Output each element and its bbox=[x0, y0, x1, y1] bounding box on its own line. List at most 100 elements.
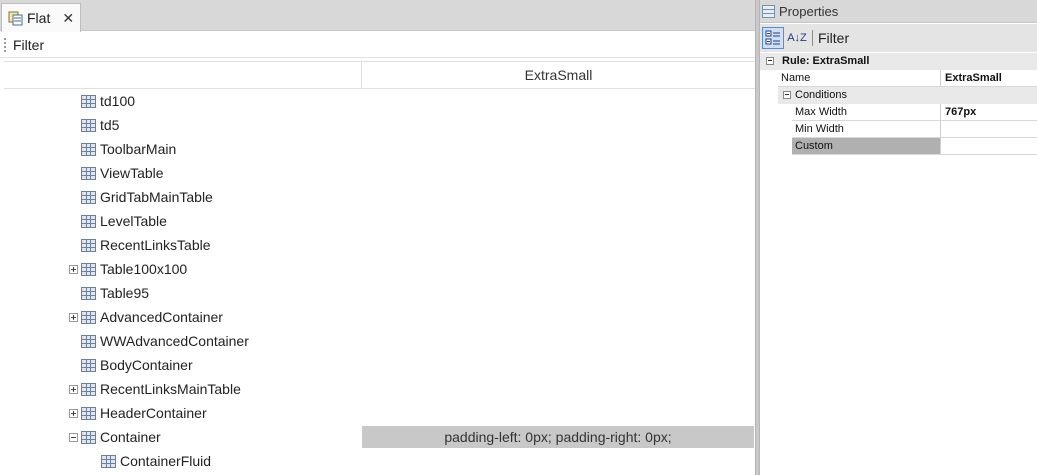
property-row[interactable]: Max Width 767px bbox=[760, 104, 1037, 121]
tree-row[interactable]: td5 bbox=[0, 114, 756, 138]
tree-row-value[interactable] bbox=[362, 402, 754, 424]
property-value[interactable] bbox=[940, 121, 1037, 138]
tree-row-value[interactable] bbox=[362, 282, 754, 304]
table-icon bbox=[81, 383, 96, 396]
properties-toolbar: A↓Z Filter bbox=[760, 24, 1037, 52]
sort-az-icon[interactable]: A↓Z bbox=[786, 27, 808, 49]
table-icon bbox=[81, 407, 96, 420]
tree-row[interactable]: Table100x100 bbox=[0, 258, 756, 282]
property-name: Custom bbox=[792, 138, 940, 155]
tree-row-label: AdvancedContainer bbox=[100, 309, 223, 325]
collapse-icon[interactable] bbox=[766, 57, 774, 65]
table-icon bbox=[81, 359, 96, 372]
table-icon bbox=[81, 431, 96, 444]
tree-row-label: LevelTable bbox=[100, 213, 167, 229]
column-header-extrasmall[interactable]: ExtraSmall bbox=[362, 62, 755, 89]
tree-row-value[interactable] bbox=[362, 306, 754, 328]
toolbar-grip-icon[interactable] bbox=[4, 37, 7, 52]
tree-row-value[interactable] bbox=[362, 114, 754, 136]
table-icon bbox=[81, 263, 96, 276]
tree-row-label: RecentLinksMainTable bbox=[100, 381, 241, 397]
tree-row-label: GridTabMainTable bbox=[100, 189, 213, 205]
rule-category-row[interactable]: Rule: ExtraSmall bbox=[760, 53, 1037, 70]
conditions-category-row[interactable]: Conditions bbox=[778, 87, 1037, 104]
tree-row[interactable]: GridTabMainTable bbox=[0, 186, 756, 210]
tree-row-label: RecentLinksTable bbox=[100, 237, 211, 253]
properties-title: Properties bbox=[779, 3, 839, 19]
tree-row[interactable]: RecentLinksTable bbox=[0, 234, 756, 258]
properties-title-bar: Properties bbox=[760, 0, 1037, 23]
properties-filter-button[interactable]: Filter bbox=[818, 30, 849, 46]
tree-row-label: Table100x100 bbox=[100, 261, 188, 277]
tree-row-value[interactable] bbox=[362, 330, 754, 352]
tree-row-label: WWAdvancedContainer bbox=[100, 333, 249, 349]
tree-row[interactable]: WWAdvancedContainer bbox=[0, 330, 756, 354]
table-icon bbox=[81, 95, 96, 108]
expand-icon[interactable] bbox=[69, 265, 78, 274]
table-icon bbox=[81, 239, 96, 252]
property-row-name[interactable]: Name ExtraSmall bbox=[760, 70, 1037, 87]
table-icon bbox=[81, 167, 96, 180]
tree-row-value[interactable] bbox=[362, 258, 754, 280]
collapse-icon[interactable] bbox=[69, 433, 78, 442]
rule-header: Rule: ExtraSmall bbox=[782, 55, 870, 67]
expand-icon[interactable] bbox=[69, 409, 78, 418]
tree-row[interactable]: HeaderContainer bbox=[0, 402, 756, 426]
tree-row-value[interactable] bbox=[362, 90, 754, 112]
tree-row[interactable]: ContainerFluid bbox=[0, 450, 756, 474]
tree-row-label: ToolbarMain bbox=[100, 141, 177, 157]
tree-row[interactable]: Table95 bbox=[0, 282, 756, 306]
tree-row-label: td5 bbox=[100, 117, 120, 133]
tree-row-label: Table95 bbox=[100, 285, 150, 301]
tree-row-value[interactable] bbox=[362, 378, 754, 400]
tree-row[interactable]: LevelTable bbox=[0, 210, 756, 234]
filter-button[interactable]: Filter bbox=[13, 37, 44, 53]
tree-row-label: ContainerFluid bbox=[120, 453, 212, 469]
tree-row[interactable]: ToolbarMain bbox=[0, 138, 756, 162]
tree-row-value[interactable]: padding-left: 0px; padding-right: 0px; bbox=[362, 426, 754, 448]
property-name: Max Width bbox=[792, 104, 940, 121]
tree-row-value[interactable] bbox=[362, 210, 754, 232]
tab-flat[interactable]: Flat ✕ bbox=[1, 3, 81, 32]
tree-row[interactable]: BodyContainer bbox=[0, 354, 756, 378]
categorized-icon[interactable] bbox=[762, 27, 784, 49]
property-value[interactable]: 767px bbox=[940, 104, 1037, 121]
tree-row-label: Container bbox=[100, 429, 161, 445]
property-value[interactable] bbox=[940, 138, 1037, 155]
flat-pane: Flat ✕ Filter ExtraSmall td100 td5 Toolbar… bbox=[0, 0, 756, 475]
tree-row-value[interactable] bbox=[362, 354, 754, 376]
table-icon bbox=[81, 287, 96, 300]
property-name: Min Width bbox=[792, 121, 940, 138]
expand-icon[interactable] bbox=[69, 385, 78, 394]
column-header-name[interactable] bbox=[4, 62, 362, 89]
tree-row-label: HeaderContainer bbox=[100, 405, 207, 421]
column-header-row: ExtraSmall bbox=[4, 61, 756, 89]
properties-pane: Properties A↓Z Filter Rule: ExtraSmall N… bbox=[760, 0, 1037, 475]
property-row[interactable]: Min Width bbox=[760, 121, 1037, 138]
tree-row-value[interactable] bbox=[362, 138, 754, 160]
tree-row-value[interactable] bbox=[362, 162, 754, 184]
expand-icon[interactable] bbox=[69, 313, 78, 322]
table-icon bbox=[81, 191, 96, 204]
property-row[interactable]: Custom bbox=[760, 138, 1037, 155]
tree-row[interactable]: td100 bbox=[0, 90, 756, 114]
table-icon bbox=[101, 455, 116, 468]
collapse-icon[interactable] bbox=[783, 91, 791, 99]
table-icon bbox=[81, 119, 96, 132]
table-icon bbox=[81, 143, 96, 156]
tree-row-value[interactable] bbox=[362, 186, 754, 208]
tree-row-value[interactable] bbox=[362, 450, 754, 472]
tree-row[interactable]: AdvancedContainer bbox=[0, 306, 756, 330]
tab-strip: Flat ✕ bbox=[0, 0, 756, 32]
tree-row[interactable]: ViewTable bbox=[0, 162, 756, 186]
property-value[interactable]: ExtraSmall bbox=[940, 70, 1037, 87]
tree-row-value[interactable] bbox=[362, 234, 754, 256]
tree-row[interactable]: Container padding-left: 0px; padding-righ… bbox=[0, 426, 756, 450]
tree-row-label: BodyContainer bbox=[100, 357, 193, 373]
tree-row[interactable]: RecentLinksMainTable bbox=[0, 378, 756, 402]
close-icon[interactable]: ✕ bbox=[62, 10, 74, 27]
table-icon bbox=[81, 215, 96, 228]
tab-title: Flat bbox=[27, 10, 51, 26]
properties-icon bbox=[762, 4, 775, 18]
conditions-header: Conditions bbox=[795, 89, 847, 101]
